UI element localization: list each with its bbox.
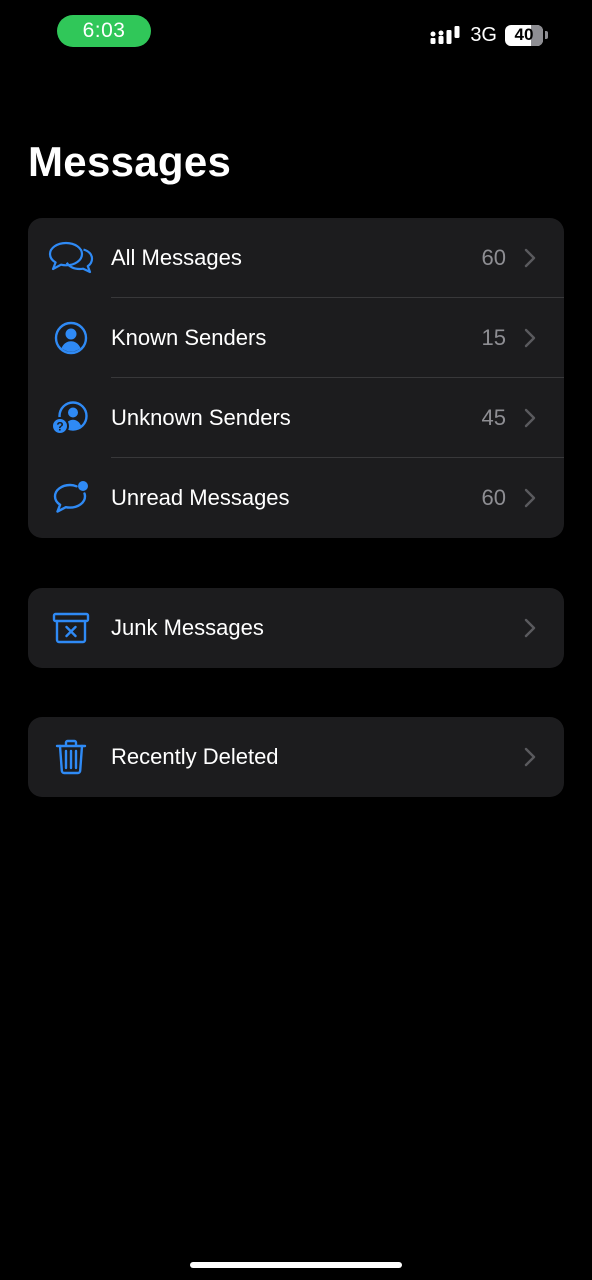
trash-icon (48, 737, 94, 777)
battery-level: 40 (514, 25, 534, 44)
chevron-right-icon (524, 747, 536, 767)
battery-cap (545, 31, 548, 39)
home-indicator[interactable] (190, 1262, 402, 1268)
status-bar: 6:03 3G 40 (0, 0, 592, 64)
junk-group: Junk Messages (28, 588, 564, 668)
filter-row-all-messages[interactable]: All Messages 60 (28, 218, 564, 298)
junk-box-icon (48, 608, 94, 648)
filter-row-unread-messages[interactable]: Unread Messages 60 (28, 458, 564, 538)
chevron-right-icon (524, 488, 536, 508)
status-time-pill[interactable]: 6:03 (57, 15, 151, 47)
battery-icon: 40 (505, 24, 543, 46)
person-circle-icon (48, 318, 94, 358)
junk-messages-row[interactable]: Junk Messages (28, 588, 564, 668)
junk-label: Junk Messages (111, 615, 264, 640)
filter-row-known-senders[interactable]: Known Senders 15 (28, 298, 564, 378)
deleted-label: Recently Deleted (111, 744, 279, 769)
filter-row-unknown-senders[interactable]: ? Unknown Senders 45 (28, 378, 564, 458)
chevron-right-icon (524, 328, 536, 348)
person-question-icon: ? (48, 398, 94, 438)
network-type: 3G (470, 23, 497, 46)
chevron-right-icon (524, 408, 536, 428)
cellular-signal-icon (430, 25, 462, 45)
filter-count: 60 (481, 245, 506, 270)
page-title: Messages (28, 138, 232, 185)
deleted-group: Recently Deleted (28, 717, 564, 797)
filter-label: Unknown Senders (111, 405, 291, 430)
filter-count: 15 (481, 325, 506, 350)
unread-bubble-icon (48, 478, 94, 518)
filter-label: Unread Messages (111, 485, 290, 510)
status-indicators: 3G 40 (430, 22, 548, 48)
status-time: 6:03 (82, 19, 126, 42)
chevron-right-icon (524, 248, 536, 268)
chat-bubbles-icon (48, 238, 94, 278)
filter-label: All Messages (111, 245, 242, 270)
filter-label: Known Senders (111, 325, 267, 350)
svg-text:?: ? (56, 420, 63, 434)
recently-deleted-row[interactable]: Recently Deleted (28, 717, 564, 797)
filters-group: All Messages 60 Known Senders 15 ? Unkno… (28, 218, 564, 538)
filter-count: 60 (481, 485, 506, 510)
chevron-right-icon (524, 618, 536, 638)
filter-count: 45 (481, 405, 506, 430)
